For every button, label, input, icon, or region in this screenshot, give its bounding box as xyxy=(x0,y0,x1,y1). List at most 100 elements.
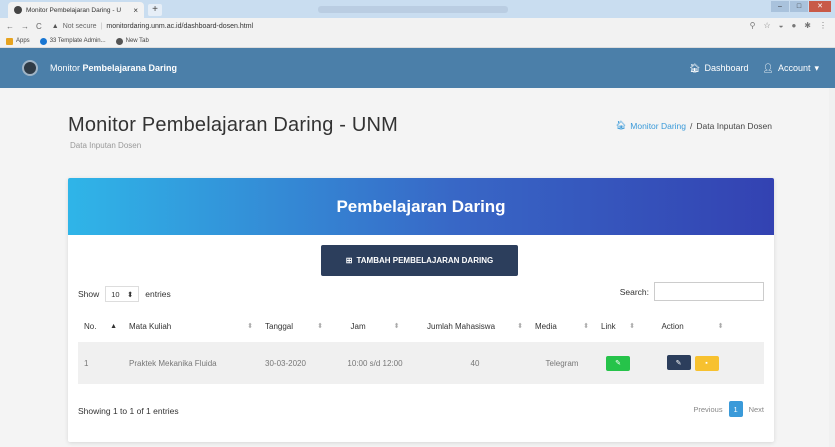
nav-buttons: ← → C xyxy=(6,22,42,31)
column-header[interactable]: Action ⬍ xyxy=(641,322,744,331)
home-icon: 🏠︎ xyxy=(689,62,701,73)
bookmark-apps[interactable]: Apps xyxy=(6,37,30,45)
zoom-icon[interactable]: ⚲ xyxy=(750,21,756,30)
brand-bold: Pembelajarana Daring xyxy=(82,63,178,73)
bookmark-favicon-icon xyxy=(39,37,47,45)
account-label: Account xyxy=(777,63,811,73)
sort-icon: ⬍ xyxy=(717,323,724,330)
link-button[interactable]: ✎ xyxy=(606,355,630,371)
app-navbar: Monitor Pembelajarana Daring 🏠︎ Dashboar… xyxy=(0,48,835,88)
breadcrumb-home[interactable]: Monitor Daring xyxy=(630,121,686,131)
entries-value: 10 xyxy=(111,289,120,299)
page-button[interactable]: 1 xyxy=(728,401,743,417)
cell-course: Praktek Mekanika Fluida xyxy=(129,358,217,368)
tab-close-icon[interactable]: × xyxy=(133,6,138,15)
dashboard-link[interactable]: 🏠︎ Dashboard xyxy=(689,63,748,74)
link-icon: ✎ xyxy=(615,360,621,367)
extension-icon[interactable]: ✱ xyxy=(804,21,811,30)
select-arrows-icon: ⬍ xyxy=(126,289,134,299)
site-favicon-icon xyxy=(14,6,22,14)
cell-link: ✎ xyxy=(595,355,641,371)
search-area: Search: xyxy=(620,282,764,301)
browser-tab[interactable]: Monitor Pembelajaran Daring - U × xyxy=(8,2,144,18)
user-icon: 👤︎ xyxy=(762,62,774,73)
brand-prefix: Monitor xyxy=(50,63,83,73)
column-label: Link xyxy=(601,321,616,331)
entries-length: Show 10 ⬍ entries xyxy=(78,286,171,302)
delete-button[interactable]: ▪ xyxy=(694,355,719,371)
address-bar: ← → C ▲ Not secure | monitordaring.unm.a… xyxy=(0,18,835,35)
column-label: Action xyxy=(661,321,684,331)
window-close-icon[interactable]: ✕ xyxy=(809,1,831,12)
warning-icon: ▲ xyxy=(51,23,59,30)
new-tab-button[interactable]: + xyxy=(148,4,162,16)
browser-tabstrip: Monitor Pembelajaran Daring - U × + – □ … xyxy=(0,0,835,18)
page-title: Monitor Pembelajaran Daring - UNM xyxy=(68,114,399,136)
data-card: Pembelajaran Daring ⊞ TAMBAH PEMBELAJARA… xyxy=(68,178,774,442)
extension-icon[interactable]: ● xyxy=(791,21,796,30)
toolbar-icons: ⚲ ☆ ◒ ● ✱ ⋮ xyxy=(750,21,827,30)
column-header[interactable]: Tanggal ⬍ xyxy=(259,322,329,331)
sort-icon: ⬍ xyxy=(393,323,400,330)
not-secure-label: Not secure xyxy=(62,23,97,30)
screen: Monitor Pembelajaran Daring - U × + – □ … xyxy=(0,0,835,447)
bookmarks-bar: Apps 33 Template Admin... New Tab xyxy=(0,35,835,48)
table-info: Showing 1 to 1 of 1 entries xyxy=(78,406,179,416)
table-header: No. ▲ Mata Kuliah ⬍ Tanggal ⬍ Jam ⬍ Jumlah M… xyxy=(78,315,764,337)
entries-select[interactable]: 10 ⬍ xyxy=(105,286,140,302)
add-learning-button[interactable]: ⊞ TAMBAH PEMBELAJARAN DARING xyxy=(321,245,518,276)
navbar-right: 🏠︎ Dashboard 👤︎ Account ▾ xyxy=(689,48,819,88)
column-label: Media xyxy=(535,321,557,331)
breadcrumb-current: Data Inputan Dosen xyxy=(696,120,772,131)
cell-media: Telegram xyxy=(545,358,579,368)
search-input[interactable] xyxy=(654,282,764,301)
sort-icon: ▲ xyxy=(110,322,117,330)
pagination: Previous 1 Next xyxy=(693,401,764,417)
next-button[interactable]: Next xyxy=(749,405,764,414)
cell-students: 40 xyxy=(470,358,480,368)
breadcrumb: 🏠︎ Monitor Daring / Data Inputan Dosen xyxy=(615,120,772,131)
bookmark-label: New Tab xyxy=(125,38,149,44)
breadcrumb-home-icon[interactable]: 🏠︎ xyxy=(615,120,626,131)
column-header[interactable]: No. ▲ xyxy=(78,322,123,331)
edit-icon: ✎ xyxy=(675,359,682,367)
scrollbar[interactable] xyxy=(829,88,835,447)
account-menu[interactable]: 👤︎ Account ▾ xyxy=(763,63,820,74)
page-subtitle: Data Inputan Dosen xyxy=(70,141,142,150)
edit-button[interactable]: ✎ xyxy=(666,355,691,371)
breadcrumb-separator: / xyxy=(690,120,693,131)
brand[interactable]: Monitor Pembelajarana Daring xyxy=(50,63,177,73)
previous-button[interactable]: Previous xyxy=(693,405,722,414)
university-logo-icon xyxy=(22,60,38,76)
bookmark-newtab[interactable]: New Tab xyxy=(115,37,149,45)
reload-icon[interactable]: C xyxy=(36,22,42,31)
url-text: monitordaring.unm.ac.id/dashboard-dosen.… xyxy=(106,23,254,30)
bookmark-template[interactable]: 33 Template Admin... xyxy=(39,37,106,45)
entries-label: entries xyxy=(145,289,171,299)
column-header[interactable]: Link ⬍ xyxy=(595,322,641,331)
cell-time: 10:00 s/d 12:00 xyxy=(347,358,403,368)
url-field[interactable]: ▲ Not secure | monitordaring.unm.ac.id/d… xyxy=(52,23,253,30)
column-header[interactable]: Jam ⬍ xyxy=(329,322,421,331)
sort-icon: ⬍ xyxy=(317,323,323,330)
globe-icon xyxy=(115,37,123,45)
trash-icon: ▪ xyxy=(705,359,708,367)
column-header[interactable]: Jumlah Mahasiswa ⬍ xyxy=(421,322,529,331)
column-label: No. xyxy=(84,321,97,331)
menu-icon[interactable]: ⋮ xyxy=(819,21,827,30)
column-label: Jumlah Mahasiswa xyxy=(427,321,496,331)
forward-icon[interactable]: → xyxy=(21,22,29,31)
column-header[interactable]: Mata Kuliah ⬍ xyxy=(123,322,259,331)
add-button-label: TAMBAH PEMBELAJARAN DARING xyxy=(356,256,494,265)
back-icon[interactable]: ← xyxy=(6,22,14,31)
sort-icon: ⬍ xyxy=(517,323,523,330)
dashboard-label: Dashboard xyxy=(704,63,749,73)
minimize-icon[interactable]: – xyxy=(771,1,789,12)
table-row: 1 Praktek Mekanika Fluida 30-03-2020 10:… xyxy=(78,342,764,384)
blurred-area xyxy=(318,6,508,13)
maximize-icon[interactable]: □ xyxy=(790,1,808,12)
extension-icon[interactable]: ◒ xyxy=(779,21,784,30)
column-header[interactable]: Media ⬍ xyxy=(529,322,595,331)
star-icon[interactable]: ☆ xyxy=(763,21,770,30)
column-label: Mata Kuliah xyxy=(129,321,172,331)
